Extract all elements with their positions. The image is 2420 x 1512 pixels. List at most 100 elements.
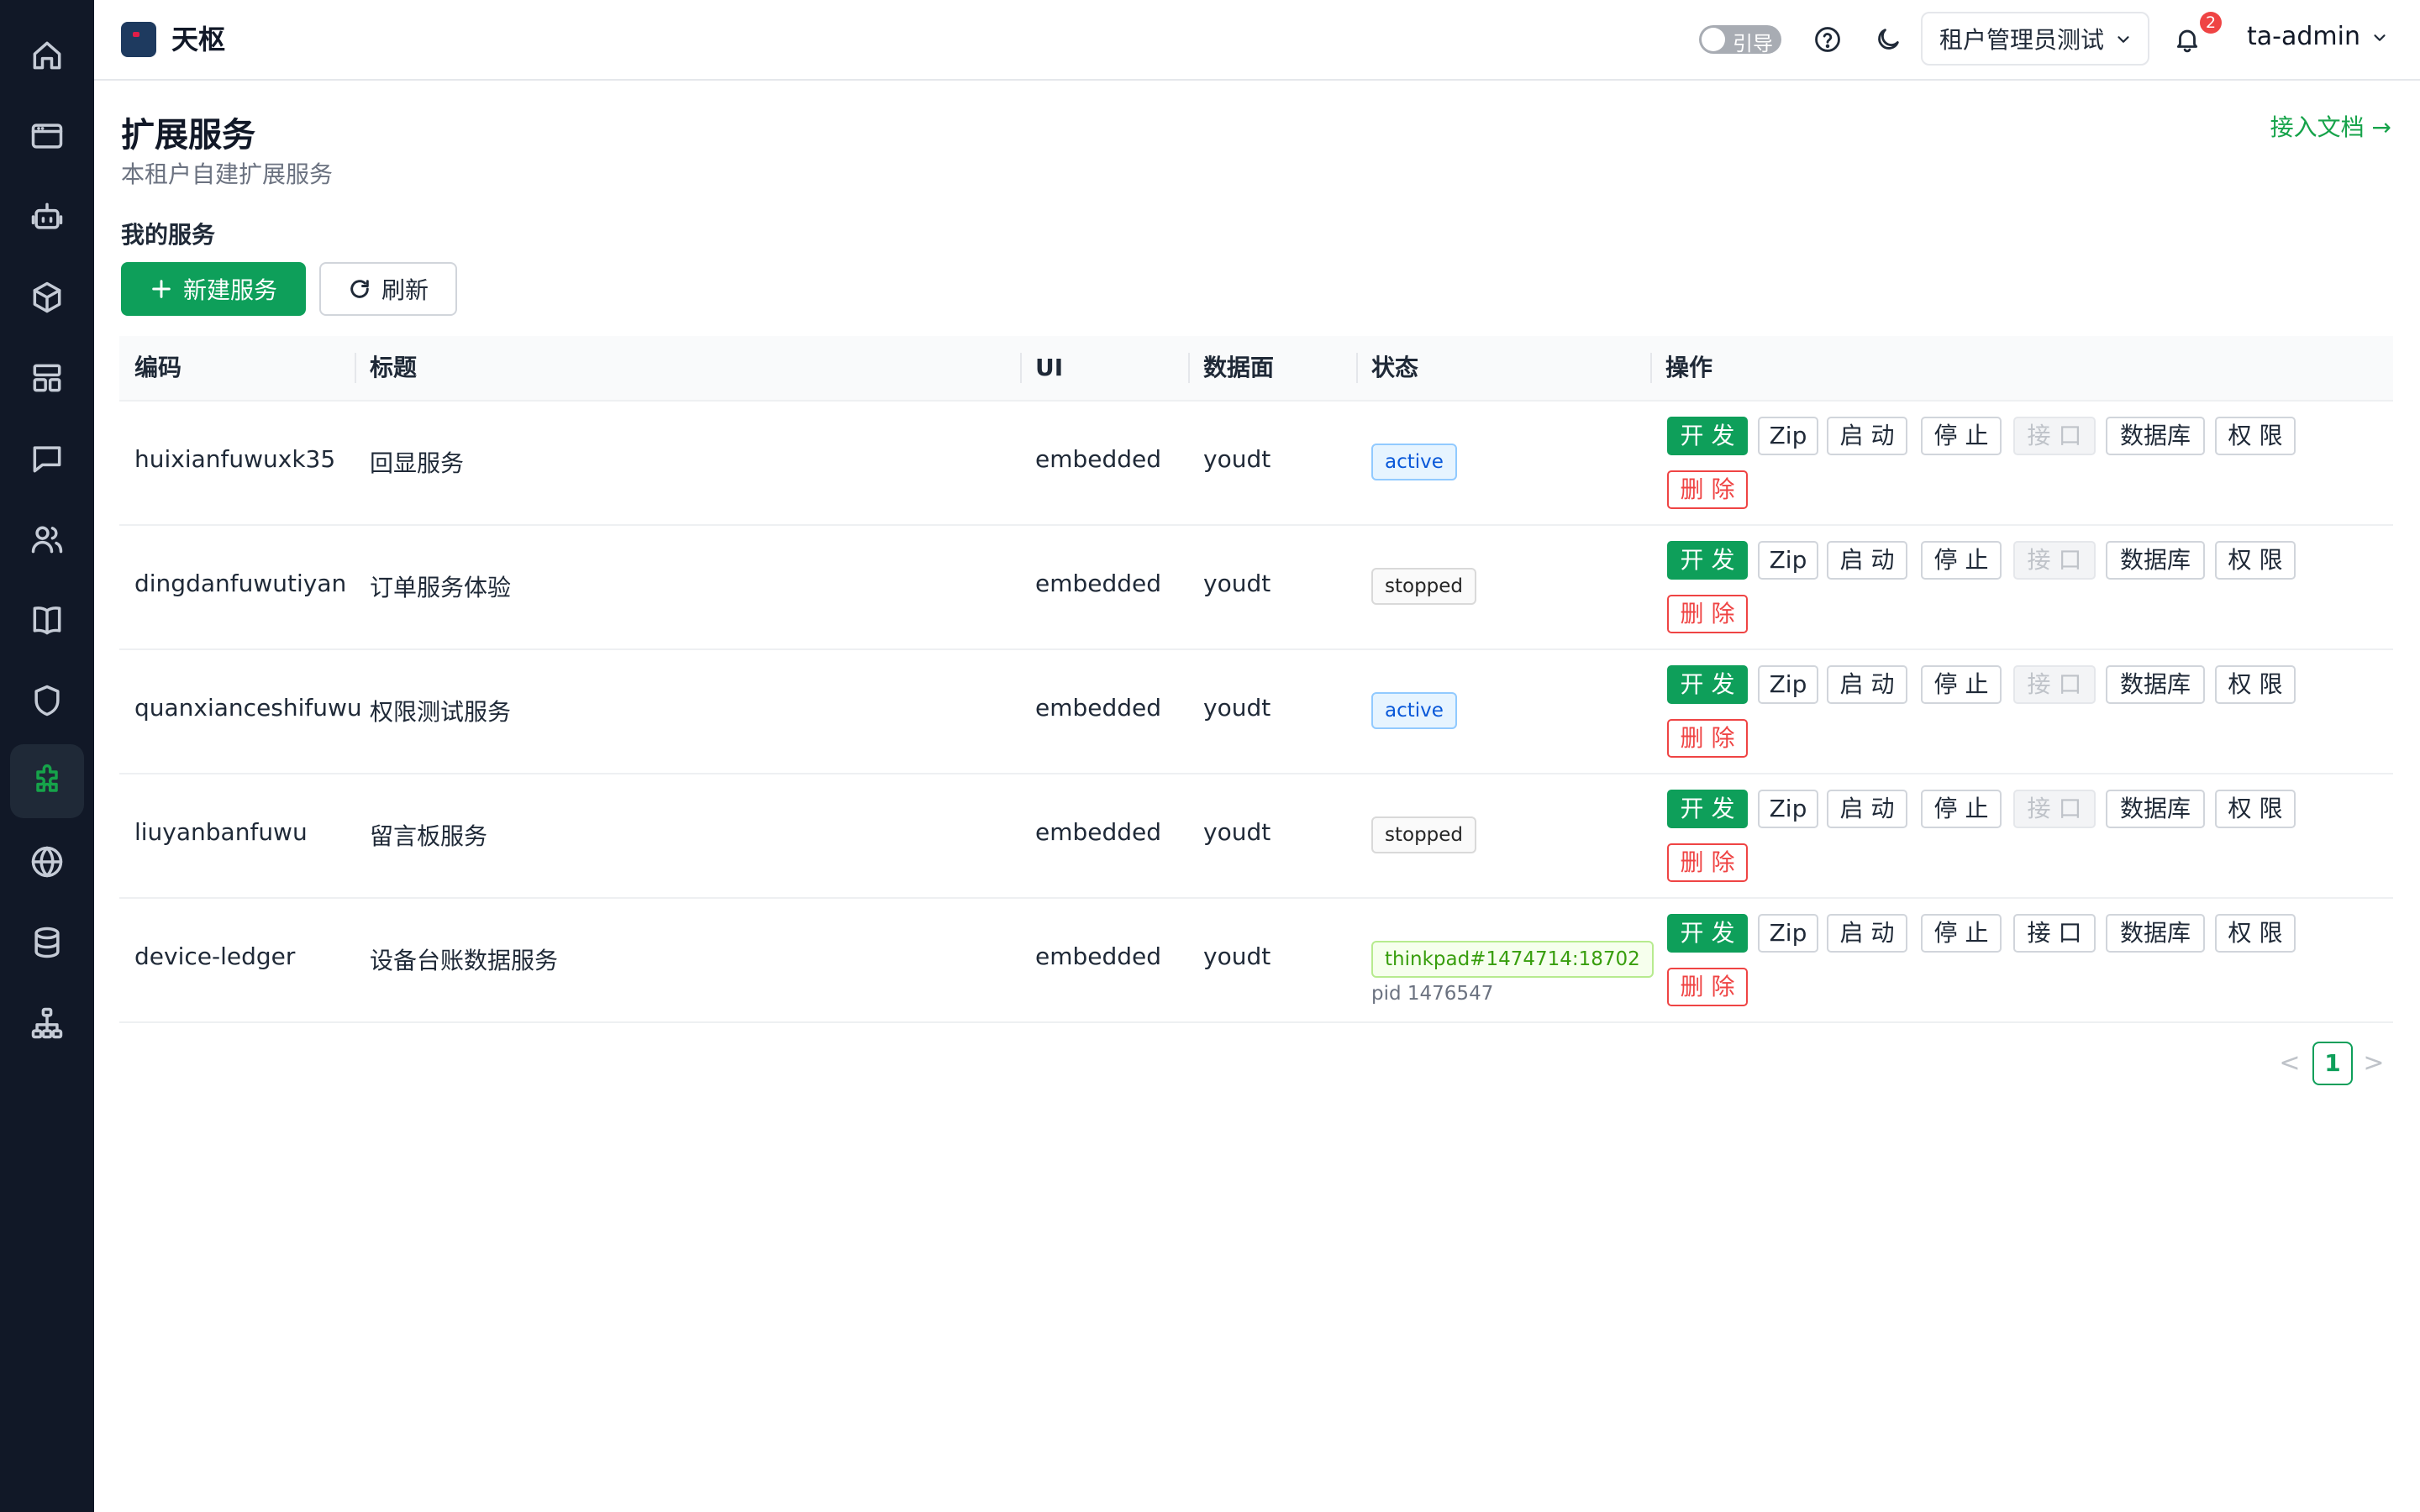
table-body: huixianfuwuxk35 回显服务 embedded youdt active 开 … xyxy=(119,402,2393,1023)
database-button[interactable]: 数据库 xyxy=(2106,790,2205,828)
start-button[interactable]: 启 动 xyxy=(1827,417,1907,455)
help-icon[interactable] xyxy=(1810,22,1845,57)
start-button[interactable]: 启 动 xyxy=(1827,541,1907,580)
status-badge: stopped xyxy=(1371,568,1477,605)
dev-button[interactable]: 开 发 xyxy=(1667,665,1748,704)
database-button[interactable]: 数据库 xyxy=(2106,665,2205,704)
status-badge: stopped xyxy=(1371,816,1477,853)
delete-button[interactable]: 删 除 xyxy=(1667,843,1748,882)
delete-button[interactable]: 删 除 xyxy=(1667,470,1748,509)
permission-button[interactable]: 权 限 xyxy=(2215,665,2296,704)
plus-icon xyxy=(152,280,171,298)
sidebar-item-sitemap[interactable] xyxy=(10,986,84,1060)
zip-button[interactable]: Zip xyxy=(1758,541,1818,580)
new-service-button[interactable]: 新建服务 xyxy=(121,262,306,316)
stop-button[interactable]: 停 止 xyxy=(1921,790,2002,828)
stop-button[interactable]: 停 止 xyxy=(1921,665,2002,704)
sidebar xyxy=(0,0,94,1512)
notification-badge: 2 xyxy=(2200,12,2222,34)
delete-button[interactable]: 删 除 xyxy=(1667,719,1748,758)
bell-icon[interactable] xyxy=(2170,22,2205,57)
tenant-select[interactable]: 租户管理员测试 xyxy=(1921,12,2149,66)
zip-button[interactable]: Zip xyxy=(1758,914,1818,953)
service-ui: embedded xyxy=(1035,445,1162,473)
pagination-prev[interactable]: < xyxy=(2277,1047,2302,1080)
refresh-icon xyxy=(350,280,369,298)
sidebar-item-layout[interactable] xyxy=(10,341,84,415)
column-header-status: 状态 xyxy=(1371,354,1419,381)
zip-button[interactable]: Zip xyxy=(1758,417,1818,455)
sidebar-item-browser-window[interactable] xyxy=(10,99,84,173)
database-icon xyxy=(34,927,60,958)
column-divider xyxy=(355,353,356,383)
sidebar-item-globe[interactable] xyxy=(10,825,84,899)
stop-button[interactable]: 停 止 xyxy=(1921,541,2002,580)
pagination-next[interactable]: > xyxy=(2361,1047,2386,1080)
guide-toggle[interactable]: 引导 xyxy=(1699,25,1781,55)
sidebar-item-home[interactable] xyxy=(10,18,84,92)
table-row: quanxianceshifuwu 权限测试服务 embedded youdt acti… xyxy=(119,650,2393,774)
sidebar-item-robot[interactable] xyxy=(10,180,84,254)
service-data-plane: youdt xyxy=(1203,818,1271,846)
database-button[interactable]: 数据库 xyxy=(2106,417,2205,455)
api-button: 接 口 xyxy=(2013,417,2096,455)
service-code: device-ledger xyxy=(134,942,296,970)
integration-docs-link[interactable]: 接入文档 → xyxy=(2270,109,2391,143)
start-button[interactable]: 启 动 xyxy=(1827,790,1907,828)
service-code: huixianfuwuxk35 xyxy=(134,445,336,473)
sidebar-item-puzzle[interactable] xyxy=(10,744,84,818)
dev-button[interactable]: 开 发 xyxy=(1667,541,1748,580)
api-button: 接 口 xyxy=(2013,541,2096,580)
sidebar-item-book[interactable] xyxy=(10,583,84,657)
permission-button[interactable]: 权 限 xyxy=(2215,914,2296,953)
sitemap-icon xyxy=(31,1007,63,1039)
delete-button[interactable]: 删 除 xyxy=(1667,968,1748,1006)
table-header: 编码 标题 UI 数据面 状态 操作 xyxy=(119,336,2393,402)
delete-button[interactable]: 删 除 xyxy=(1667,595,1748,633)
service-data-plane: youdt xyxy=(1203,445,1271,473)
chevron-down-icon xyxy=(2374,34,2386,41)
sidebar-item-box[interactable] xyxy=(10,260,84,334)
user-menu[interactable]: ta-admin xyxy=(2247,22,2389,51)
users-icon xyxy=(31,526,63,554)
permission-button[interactable]: 权 限 xyxy=(2215,541,2296,580)
box-icon xyxy=(33,281,61,313)
section-title: 我的服务 xyxy=(121,221,216,249)
service-title: 订单服务体验 xyxy=(370,574,512,601)
dark-mode-icon[interactable] xyxy=(1870,22,1906,57)
dev-button[interactable]: 开 发 xyxy=(1667,417,1748,455)
sidebar-item-users[interactable] xyxy=(10,502,84,576)
page-title: 扩展服务 xyxy=(121,116,255,155)
column-divider xyxy=(1188,353,1190,383)
globe-icon xyxy=(31,846,63,878)
api-button[interactable]: 接 口 xyxy=(2013,914,2096,953)
pagination-page-current[interactable]: 1 xyxy=(2312,1042,2353,1085)
refresh-button[interactable]: 刷新 xyxy=(319,262,457,316)
database-button[interactable]: 数据库 xyxy=(2106,541,2205,580)
sidebar-item-chat[interactable] xyxy=(10,422,84,496)
service-code: quanxianceshifuwu xyxy=(134,694,362,722)
zip-button[interactable]: Zip xyxy=(1758,665,1818,704)
dev-button[interactable]: 开 发 xyxy=(1667,914,1748,953)
permission-button[interactable]: 权 限 xyxy=(2215,417,2296,455)
table-row: huixianfuwuxk35 回显服务 embedded youdt active 开 … xyxy=(119,402,2393,526)
service-code: dingdanfuwutiyan xyxy=(134,570,347,597)
start-button[interactable]: 启 动 xyxy=(1827,914,1907,953)
dev-button[interactable]: 开 发 xyxy=(1667,790,1748,828)
toggle-knob xyxy=(1702,28,1725,51)
stop-button[interactable]: 停 止 xyxy=(1921,914,2002,953)
stop-button[interactable]: 停 止 xyxy=(1921,417,2002,455)
service-title: 设备台账数据服务 xyxy=(370,947,559,974)
start-button[interactable]: 启 动 xyxy=(1827,665,1907,704)
service-ui: embedded xyxy=(1035,570,1162,597)
service-title: 权限测试服务 xyxy=(370,698,512,726)
status-badge: thinkpad#1474714:18702 xyxy=(1371,941,1654,978)
sidebar-item-database[interactable] xyxy=(10,906,84,979)
database-button[interactable]: 数据库 xyxy=(2106,914,2205,953)
column-header-data-plane: 数据面 xyxy=(1203,354,1275,381)
service-data-plane: youdt xyxy=(1203,694,1271,722)
permission-button[interactable]: 权 限 xyxy=(2215,790,2296,828)
sidebar-item-shield[interactable] xyxy=(10,664,84,738)
robot-icon xyxy=(31,202,63,229)
zip-button[interactable]: Zip xyxy=(1758,790,1818,828)
